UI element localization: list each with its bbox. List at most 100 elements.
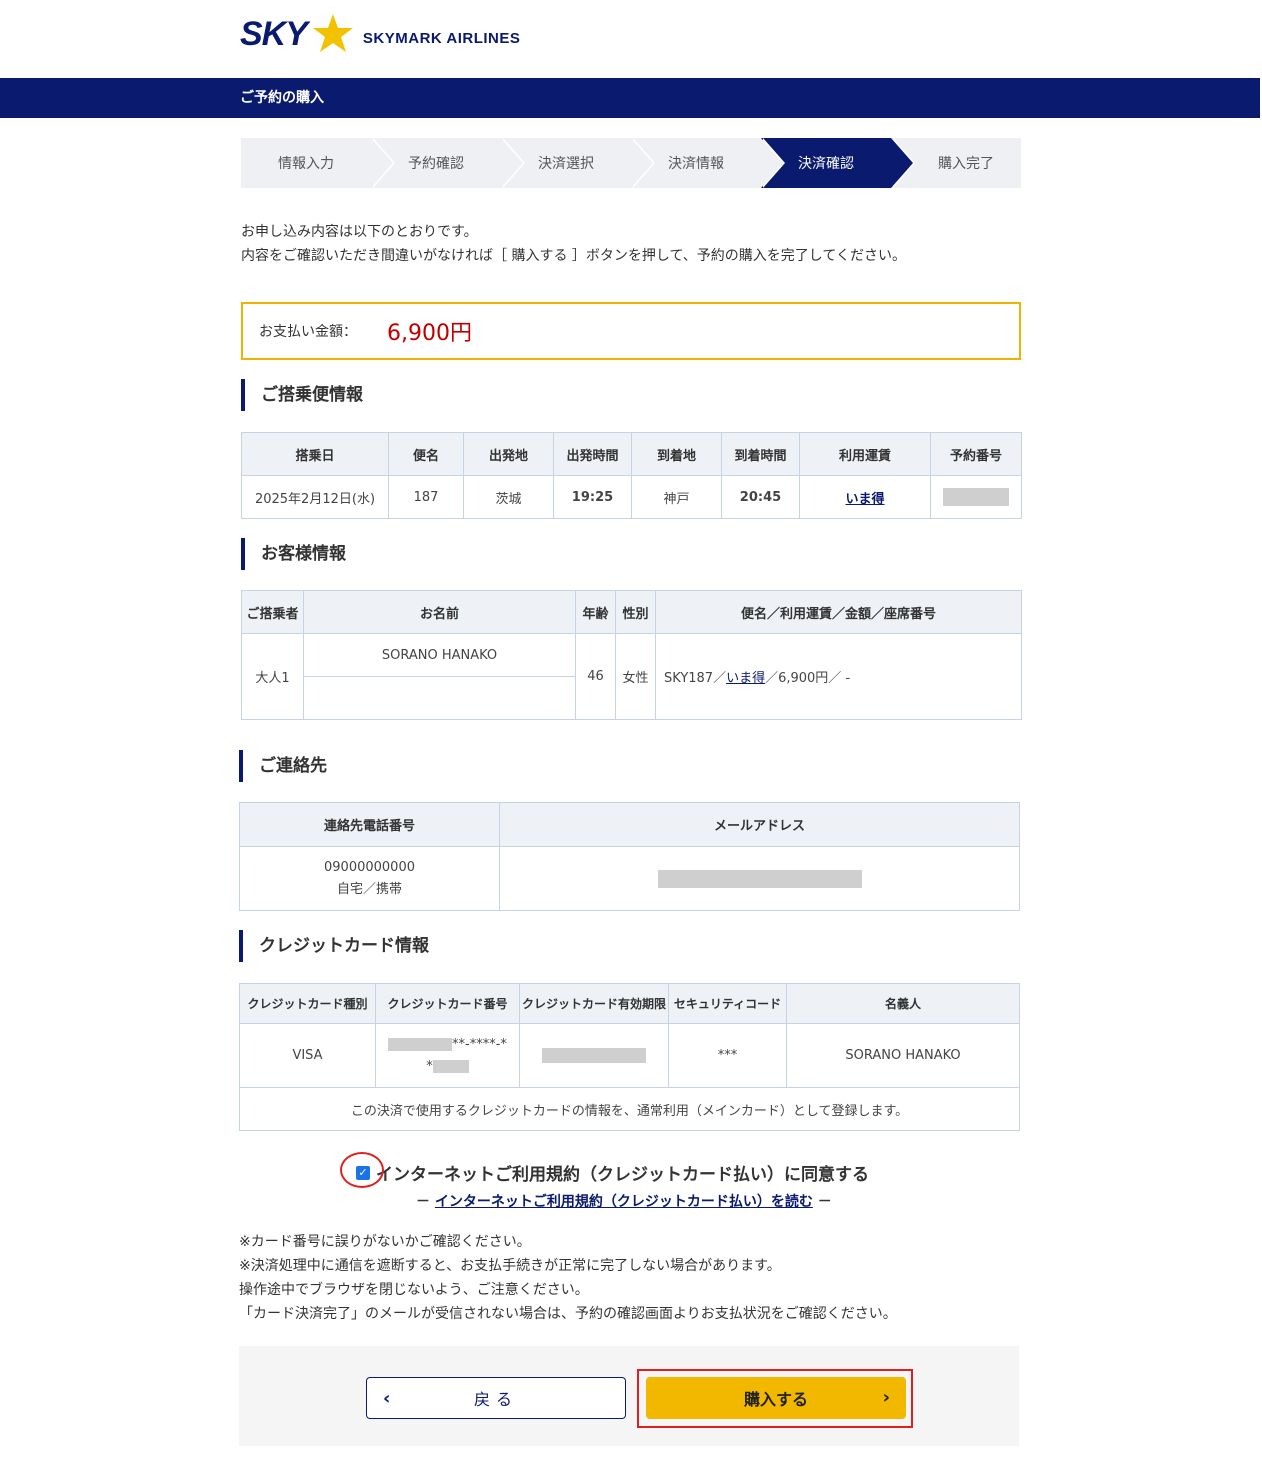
table-row: 09000000000 自宅／携帯: [239, 846, 1020, 911]
step-arrow-icon: [501, 138, 523, 188]
passenger-header: お名前: [303, 590, 576, 634]
section-title-contact: ご連絡先: [239, 750, 327, 782]
contact-header: メールアドレス: [499, 802, 1020, 847]
passenger-age: 46: [575, 633, 616, 720]
origin: 茨城: [463, 475, 554, 519]
note-line: 操作途中でブラウザを閉じないよう、ご注意ください。: [239, 1282, 589, 1298]
card-header: セキュリティコード: [668, 983, 787, 1024]
passenger-type: 大人1: [241, 633, 304, 720]
contact-phone-cell: 09000000000 自宅／携帯: [239, 846, 500, 911]
section-title-flight: ご搭乗便情報: [241, 379, 363, 411]
step-label: 購入完了: [938, 156, 994, 172]
flight-header: 到着時間: [721, 432, 800, 476]
intro-text: お申し込み内容は以下のとおりです。 内容をご確認いただき間違いがなければ［ 購入…: [241, 220, 906, 268]
step-label: 決済選択: [538, 156, 594, 172]
note-line: ※決済処理中に通信を遮断すると、お支払手続きが正常に完了しない場合があります。: [239, 1258, 781, 1274]
passenger-header: 便名／利用運賃／金額／座席番号: [655, 590, 1022, 634]
flight-header: 予約番号: [930, 432, 1022, 476]
card-number-cell: **-****-* *: [375, 1023, 520, 1088]
card-expiry-cell: [519, 1023, 669, 1088]
masked-card-expiry: [542, 1048, 646, 1063]
fare-link[interactable]: いま得: [845, 492, 884, 507]
passenger-header: ご搭乗者: [241, 590, 304, 634]
flight-header: 利用運賃: [799, 432, 931, 476]
flight-number: 187: [388, 475, 464, 519]
masked-email: [657, 869, 862, 888]
section-title-card: クレジットカード情報: [239, 930, 429, 962]
buy-button-label: 購入する: [743, 1390, 808, 1409]
notes: ※カード番号に誤りがないかご確認ください。 ※決済処理中に通信を遮断すると、お支…: [239, 1230, 897, 1326]
payment-amount-label: お支払い金額：: [259, 324, 357, 340]
payment-amount-box: お支払い金額： 6,900円: [241, 302, 1021, 360]
step-label: 予約確認: [408, 156, 464, 172]
step-label: 決済情報: [668, 156, 724, 172]
note-line: 「カード決済完了」のメールが受信されない場合は、予約の確認画面よりお支払状況をご…: [239, 1306, 897, 1322]
passenger-table: ご搭乗者 お名前 年齢 性別 便名／利用運賃／金額／座席番号 大人1 SORAN…: [241, 590, 1022, 720]
card-header: クレジットカード有効期限: [519, 983, 669, 1024]
flight-header: 出発地: [463, 432, 554, 476]
page-title-bar: ご予約の購入: [0, 78, 1260, 118]
fare-cell: いま得: [799, 475, 931, 519]
destination: 神戸: [631, 475, 722, 519]
flight-header: 到着地: [631, 432, 722, 476]
card-type: VISA: [239, 1023, 376, 1088]
terms-link-dash: －: [416, 1194, 435, 1210]
buy-button[interactable]: 購入する ›: [646, 1377, 906, 1419]
detail-fare-link[interactable]: いま得: [726, 671, 765, 686]
contact-phone-type: 自宅／携帯: [336, 881, 402, 897]
contact-table: 連絡先電話番号 メールアドレス 09000000000 自宅／携帯: [239, 802, 1020, 911]
step-arrow-icon: [761, 138, 783, 188]
checkbox-highlight-circle: [340, 1152, 384, 1188]
flight-header: 搭乗日: [241, 432, 389, 476]
arrival-time: 20:45: [721, 475, 800, 519]
card-header: クレジットカード種別: [239, 983, 376, 1024]
step-arrow-icon: [631, 138, 653, 188]
star-logo-icon: [312, 14, 353, 52]
card-header: 名義人: [786, 983, 1020, 1024]
logo-sky-text: SKY: [240, 14, 308, 53]
page-title: ご予約の購入: [240, 90, 324, 106]
masked-card-number: [388, 1037, 453, 1051]
detail-prefix: SKY187／: [664, 671, 727, 686]
skymark-logo[interactable]: SKY SKYMARK AIRLINES: [240, 12, 520, 56]
contact-email-cell: [499, 846, 1020, 911]
passenger-header: 年齢: [575, 590, 616, 634]
card-header: クレジットカード番号: [375, 983, 520, 1024]
table-row: 大人1 SORANO HANAKO 46 女性 SKY187／いま得／6,900…: [241, 633, 1022, 720]
flight-header: 便名: [388, 432, 464, 476]
reservation-number: [930, 475, 1022, 519]
table-row: VISA **-****-* * *** SORANO HANAKO: [239, 1023, 1020, 1088]
card-register-note: この決済で使用するクレジットカードの情報を、通常利用（メインカード）として登録し…: [239, 1087, 1020, 1131]
logo-airline-name: SKYMARK AIRLINES: [362, 29, 521, 47]
flight-table: 搭乗日 便名 出発地 出発時間 到着地 到着時間 利用運賃 予約番号 2025年…: [241, 432, 1022, 519]
step-label: 情報入力: [278, 156, 334, 172]
card-security-code: ***: [668, 1023, 787, 1088]
masked-reservation-number: [943, 488, 1009, 506]
passenger-flight-detail: SKY187／いま得／6,900円／ -: [655, 633, 1022, 720]
payment-amount-value: 6,900円: [387, 321, 472, 346]
card-table: クレジットカード種別 クレジットカード番号 クレジットカード有効期限 セキュリテ…: [239, 983, 1020, 1131]
intro-line: お申し込み内容は以下のとおりです。: [241, 224, 478, 240]
agreement-area: ✓ インターネットご利用規約（クレジットカード払い）に同意する － インターネッ…: [340, 1152, 940, 1211]
progress-steps: 情報入力 予約確認 決済選択 決済情報 決済確認 購入完了: [241, 138, 1021, 188]
table-row: 2025年2月12日(水) 187 茨城 19:25 神戸 20:45 いま得: [241, 475, 1022, 519]
button-area: ‹ 戻る 購入する ›: [239, 1346, 1019, 1446]
chevron-left-icon: ‹: [383, 1388, 391, 1409]
back-button[interactable]: ‹ 戻る: [366, 1377, 626, 1419]
note-line: ※カード番号に誤りがないかご確認ください。: [239, 1234, 531, 1250]
terms-link[interactable]: インターネットご利用規約（クレジットカード払い）を読む: [435, 1194, 813, 1210]
step-arrow-icon: [891, 138, 913, 188]
card-number-visible: **-****-*: [452, 1036, 507, 1052]
step-label: 決済確認: [798, 156, 854, 172]
flight-header: 出発時間: [553, 432, 632, 476]
passenger-name-secondary: [303, 676, 576, 720]
section-title-passenger: お客様情報: [241, 538, 346, 570]
step-info-input: 情報入力: [241, 138, 395, 188]
detail-suffix: ／6,900円／ -: [765, 671, 851, 686]
intro-line: 内容をご確認いただき間違いがなければ［ 購入する ］ボタンを押して、予約の購入を…: [241, 248, 906, 264]
terms-link-row: － インターネットご利用規約（クレジットカード払い）を読む －: [416, 1191, 940, 1211]
card-holder: SORANO HANAKO: [786, 1023, 1020, 1088]
chevron-right-icon: ›: [882, 1387, 890, 1408]
agree-label[interactable]: インターネットご利用規約（クレジットカード払い）に同意する: [376, 1160, 869, 1185]
boarding-date: 2025年2月12日(水): [241, 475, 389, 519]
